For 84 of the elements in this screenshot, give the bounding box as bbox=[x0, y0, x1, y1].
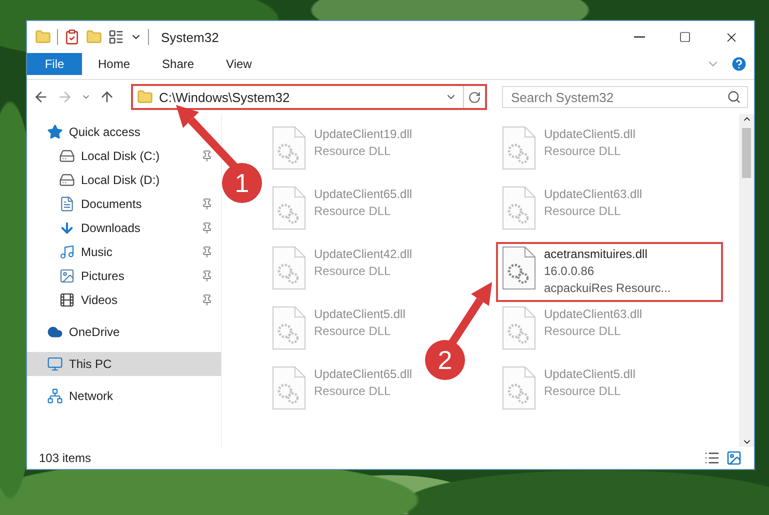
file-name: UpdateClient5.dll bbox=[544, 366, 636, 383]
file-detail: Resource DLL bbox=[544, 203, 622, 220]
arrow bbox=[448, 282, 492, 346]
properties-icon[interactable] bbox=[64, 29, 80, 45]
address-bar[interactable]: C:\Windows\System32 bbox=[131, 84, 487, 110]
sidebar-item[interactable]: Documents bbox=[27, 192, 221, 216]
document-icon bbox=[59, 196, 75, 212]
sidebar-item[interactable]: Quick access bbox=[27, 120, 221, 144]
file-detail: Resource DLL bbox=[544, 323, 622, 340]
pin-icon[interactable] bbox=[201, 246, 213, 258]
folder-icon bbox=[137, 89, 153, 105]
refresh-icon bbox=[468, 90, 481, 104]
monitor-icon bbox=[47, 356, 63, 372]
item-count: 103 items bbox=[39, 451, 92, 465]
sidebar-item[interactable]: OneDrive bbox=[27, 320, 221, 344]
sidebar-item[interactable]: Network bbox=[27, 384, 221, 408]
file-name: UpdateClient5.dll bbox=[314, 306, 406, 323]
large-icons-view-icon[interactable] bbox=[726, 450, 742, 466]
search-field[interactable]: Search System32 bbox=[502, 86, 748, 108]
file-gear-icon bbox=[502, 366, 536, 410]
pin-icon[interactable] bbox=[201, 222, 213, 234]
pin-icon[interactable] bbox=[201, 150, 213, 162]
pin-icon[interactable] bbox=[201, 198, 213, 210]
drive-icon bbox=[59, 172, 75, 188]
file-name: UpdateClient65.dll bbox=[314, 366, 412, 383]
star-icon bbox=[47, 124, 63, 140]
file-detail: acpackuiRes Resourc... bbox=[544, 280, 671, 297]
file-detail: Resource DLL bbox=[544, 143, 622, 160]
file-gear-icon bbox=[272, 366, 306, 410]
file-name: UpdateClient63.dll bbox=[544, 306, 642, 323]
window-title: System32 bbox=[161, 30, 219, 44]
ribbon-tab[interactable]: View bbox=[210, 53, 268, 75]
sidebar-item[interactable]: This PC bbox=[27, 352, 221, 376]
file-gear-icon bbox=[272, 246, 306, 290]
file-detail: 16.0.0.86 bbox=[544, 263, 596, 280]
file-gear-icon bbox=[502, 246, 536, 290]
sidebar-item[interactable]: Videos bbox=[27, 288, 221, 312]
file-gear-icon bbox=[502, 186, 536, 230]
help-icon[interactable] bbox=[730, 55, 748, 73]
file-gear-icon bbox=[502, 126, 536, 170]
ribbon-tab[interactable]: File bbox=[27, 53, 82, 75]
download-icon bbox=[59, 220, 75, 236]
search-icon[interactable] bbox=[727, 90, 741, 104]
minimize-icon bbox=[634, 36, 644, 38]
network-icon bbox=[47, 388, 63, 404]
list-icon[interactable] bbox=[108, 29, 124, 45]
pin-icon[interactable] bbox=[201, 270, 213, 282]
sidebar-item[interactable]: Downloads bbox=[27, 216, 221, 240]
file-name: UpdateClient5.dll bbox=[544, 126, 636, 143]
file-gear-icon bbox=[272, 126, 306, 170]
ribbon-tab[interactable]: Home bbox=[82, 53, 146, 75]
ribbon-tab[interactable]: Share bbox=[146, 53, 210, 75]
file-detail: Resource DLL bbox=[314, 143, 392, 160]
file-detail: Resource DLL bbox=[544, 383, 622, 400]
file-detail: Resource DLL bbox=[314, 263, 392, 280]
file-name: UpdateClient63.dll bbox=[544, 186, 642, 203]
file-gear-icon bbox=[272, 186, 306, 230]
file-name: UpdateClient19.dll bbox=[314, 126, 412, 143]
file-gear-icon bbox=[272, 306, 306, 350]
picture-icon bbox=[59, 268, 75, 284]
file-name: UpdateClient42.dll bbox=[314, 246, 412, 263]
sidebar-item[interactable]: Pictures bbox=[27, 264, 221, 288]
maximize-icon bbox=[679, 31, 691, 43]
file-name: UpdateClient65.dll bbox=[314, 186, 412, 203]
sidebar-item[interactable]: Music bbox=[27, 240, 221, 264]
cloud-icon bbox=[47, 324, 63, 340]
file-detail: Resource DLL bbox=[314, 383, 392, 400]
drive-icon bbox=[59, 148, 75, 164]
address-path: C:\Windows\System32 bbox=[159, 90, 291, 104]
film-icon bbox=[59, 292, 75, 308]
file-item[interactable]: acetransmituires.dll 16.0.0.86 acpackuiRes Resourc... bbox=[496, 242, 723, 302]
music-icon bbox=[59, 244, 75, 260]
sidebar-item[interactable]: Local Disk (C:) bbox=[27, 144, 221, 168]
file-detail: Resource DLL bbox=[314, 323, 392, 340]
back-icon[interactable] bbox=[33, 89, 49, 105]
details-view-icon[interactable] bbox=[704, 450, 720, 466]
scroll-thumb[interactable] bbox=[742, 128, 751, 178]
file-gear-icon bbox=[502, 306, 536, 350]
pin-icon[interactable] bbox=[201, 294, 213, 306]
file-detail: Resource DLL bbox=[314, 203, 392, 220]
scrollbar[interactable] bbox=[739, 114, 754, 447]
file-name: acetransmituires.dll bbox=[544, 246, 648, 263]
sidebar-item[interactable]: Local Disk (D:) bbox=[27, 168, 221, 192]
up-icon[interactable] bbox=[99, 89, 115, 105]
